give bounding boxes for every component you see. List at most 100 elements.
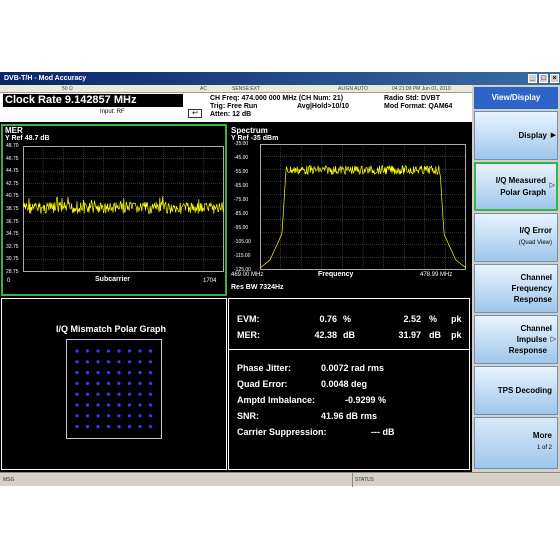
y-tick-label: -55.00 xyxy=(234,169,249,175)
iq-measured-label-2: Polar Graph xyxy=(500,188,546,197)
constellation-point xyxy=(85,403,90,407)
return-arrow-icon[interactable]: ↩ xyxy=(188,109,202,118)
strip-align: ALIGN AUTO xyxy=(338,86,368,92)
y-tick-label: -105.00 xyxy=(234,239,251,245)
mer-title: MER xyxy=(5,126,23,135)
amptd-imbalance-value: -0.9299 % xyxy=(345,395,387,405)
polar-panel[interactable]: I/Q Mismatch Polar Graph xyxy=(1,298,227,470)
constellation-point xyxy=(127,392,132,396)
iq-measured-polar-softkey[interactable]: I/Q Measured Polar Graph ▷ xyxy=(474,162,558,211)
constellation-point xyxy=(85,349,90,353)
mer-pk: 31.97 xyxy=(398,330,421,340)
y-tick-label: 40.75 xyxy=(6,193,19,200)
softkey-menu-title: View/Display xyxy=(474,87,558,109)
constellation-point xyxy=(85,414,90,418)
constellation-point xyxy=(127,414,132,418)
y-tick-label: 38.75 xyxy=(6,206,19,212)
channel-imp-label-1: Channel xyxy=(520,324,552,333)
phase-jitter-value: 0.0072 rad rms xyxy=(321,363,385,373)
constellation-point xyxy=(138,381,142,385)
status-field: STATUS xyxy=(355,477,374,483)
constellation-point xyxy=(106,371,111,375)
mer-trace xyxy=(23,195,224,215)
mod-format: Mod Format: QAM64 xyxy=(384,103,453,110)
snr-value: 41.96 dB rms xyxy=(321,411,378,421)
iq-error-sublabel: (Quad View) xyxy=(518,240,552,246)
title-bar: DVB-T/H - Mod Accuracy _ □ × xyxy=(0,72,560,85)
constellation-point xyxy=(96,349,100,353)
y-tick-label: 42.75 xyxy=(6,180,19,187)
mer-pk-suffix: pk xyxy=(451,330,462,340)
constellation-point xyxy=(106,381,111,385)
y-tick-label: 48.70 xyxy=(6,143,19,149)
constellation-point xyxy=(117,360,121,364)
submenu-arrow-icon: ▶ xyxy=(550,132,556,139)
mer-plot xyxy=(23,146,224,272)
iq-error-softkey[interactable]: I/Q Error (Quad View) xyxy=(474,213,558,262)
carrier-suppression-value: --- dB xyxy=(371,427,395,437)
mer-rms: 42.38 xyxy=(314,330,337,340)
constellation-point xyxy=(138,349,142,353)
msg-field: MSG xyxy=(3,477,15,483)
constellation-point xyxy=(96,371,100,375)
y-tick-label: 46.75 xyxy=(6,155,19,162)
tps-decoding-softkey[interactable]: TPS Decoding xyxy=(474,366,558,415)
avg-hold: Avg|Hold>10/10 xyxy=(297,103,350,110)
more-softkey[interactable]: More 1 of 2 xyxy=(474,417,558,469)
spectrum-x-label: Frequency xyxy=(318,271,354,278)
evm-pk: 2.52 xyxy=(403,314,421,324)
mer-panel[interactable]: MER Y Ref 48.7 dB 48.70 46.75 44.75 42.75 40… xyxy=(1,124,227,296)
spectrum-title: Spectrum xyxy=(231,126,268,135)
channel-impulse-response-softkey[interactable]: Channel Impulse Response ▷ xyxy=(474,315,558,364)
channel-frequency-response-softkey[interactable]: Channel Frequency Response xyxy=(474,264,558,313)
constellation-point xyxy=(148,403,153,407)
constellation-point xyxy=(96,360,100,364)
y-tick-label: -85.00 xyxy=(234,211,249,217)
spectrum-panel[interactable]: Spectrum Y Ref -35 dBm -35.00 -45.00 -55.0… xyxy=(228,124,470,296)
measurement-header: Clock Rate 9.142857 MHz Input: RF ↩ CH F… xyxy=(0,93,472,122)
minimize-button[interactable]: _ xyxy=(528,74,537,83)
constellation-point xyxy=(127,360,132,364)
display-softkey[interactable]: Display ▶ xyxy=(474,111,558,160)
spectrum-plot xyxy=(260,144,466,270)
tps-label: TPS Decoding xyxy=(497,386,552,395)
constellation-point xyxy=(138,425,142,429)
softkey-panel: View/Display Display ▶ I/Q Measured Pola… xyxy=(472,85,560,472)
channel-freq-label-2: Frequency xyxy=(511,284,552,293)
constellation-point xyxy=(127,381,132,385)
constellation-point xyxy=(75,403,79,407)
constellation-point xyxy=(96,403,100,407)
y-tick-label: 32.75 xyxy=(6,243,19,250)
close-button[interactable]: × xyxy=(550,74,559,83)
constellation-point xyxy=(138,414,142,418)
constellation-point xyxy=(117,425,121,429)
channel-imp-label-3: Response xyxy=(508,346,547,355)
mer-x-start: 0 xyxy=(7,278,11,284)
constellation-point xyxy=(96,381,100,385)
window-title: DVB-T/H - Mod Accuracy xyxy=(4,75,87,82)
analyzer-window: DVB-T/H - Mod Accuracy _ □ × 50 Ω AC SEN… xyxy=(0,72,560,487)
mer-x-end: 1704 xyxy=(203,278,217,284)
maximize-button[interactable]: □ xyxy=(539,74,548,83)
constellation-point xyxy=(75,360,79,364)
constellation-point xyxy=(96,414,100,418)
constellation-point xyxy=(75,425,79,429)
mer-yref: Y Ref 48.7 dB xyxy=(5,135,50,142)
display-area: MER Y Ref 48.7 dB 48.70 46.75 44.75 42.75 40… xyxy=(0,122,472,472)
polar-title: I/Q Mismatch Polar Graph xyxy=(56,324,167,334)
spectrum-x-start: 469.00 MHz xyxy=(231,272,264,278)
amptd-imbalance-label: Amptd Imbalance: xyxy=(237,395,316,405)
carrier-suppression-label: Carrier Suppression: xyxy=(237,427,327,437)
results-divider xyxy=(229,349,469,350)
constellation-point xyxy=(85,360,90,364)
constellation-point xyxy=(75,349,79,353)
constellation-point xyxy=(75,371,79,375)
evm-rms: 0.76 xyxy=(319,314,337,324)
constellation-point xyxy=(127,349,132,353)
constellation-point xyxy=(96,425,100,429)
constellation-point xyxy=(85,392,90,396)
constellation-point xyxy=(85,425,90,429)
clock-rate[interactable]: Clock Rate 9.142857 MHz xyxy=(3,94,183,107)
results-panel[interactable]: EVM: 0.76 % 2.52 % pk MER: 42.38 dB 31.9… xyxy=(228,298,470,470)
evm-pk-suffix: pk xyxy=(451,314,462,324)
